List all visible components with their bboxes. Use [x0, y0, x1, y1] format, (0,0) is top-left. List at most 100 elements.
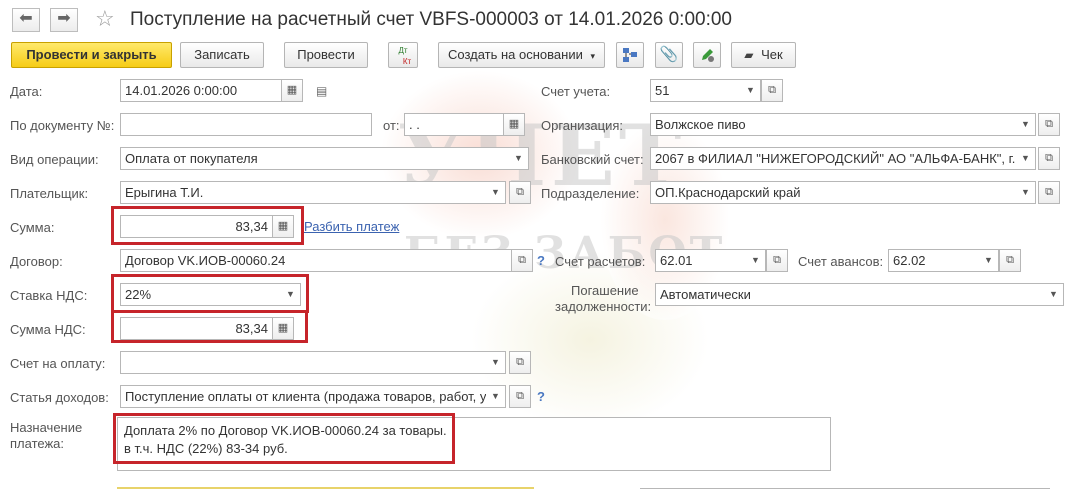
advance-account-label: Счет авансов: — [798, 254, 884, 269]
operation-type-label: Вид операции: — [10, 152, 99, 167]
chevron-down-icon: ▼ — [491, 357, 500, 367]
operation-type-dropdown[interactable]: ▼ — [509, 147, 529, 170]
calculator-icon: ▦ — [277, 220, 289, 232]
vat-rate-dropdown[interactable]: ▼ — [281, 283, 301, 306]
payer-label: Плательщик: — [10, 186, 89, 201]
chevron-down-icon: ▼ — [746, 85, 755, 95]
chevron-down-icon: ▼ — [1021, 187, 1030, 197]
settle-account-field[interactable]: 62.01 — [655, 249, 747, 272]
open-window-icon: ⧉ — [773, 254, 781, 266]
contract-help-icon[interactable]: ? — [537, 253, 545, 268]
back-button[interactable]: ⬅ — [12, 8, 40, 32]
account-open-button[interactable]: ⧉ — [761, 79, 783, 102]
invoice-dropdown[interactable]: ▼ — [486, 351, 506, 374]
division-open-button[interactable]: ⧉ — [1038, 181, 1060, 204]
arrow-left-icon: ⬅ — [19, 10, 33, 27]
settle-account-dropdown[interactable]: ▼ — [746, 249, 766, 272]
account-field[interactable]: 51 — [650, 79, 742, 102]
open-window-icon: ⧉ — [1045, 118, 1053, 130]
debt-repayment-field[interactable]: Автоматически — [655, 283, 1045, 306]
chevron-down-icon: ▾ — [590, 51, 596, 61]
open-window-icon: ⧉ — [516, 356, 524, 368]
open-window-icon: ⧉ — [1045, 186, 1053, 198]
organization-dropdown[interactable]: ▼ — [1016, 113, 1036, 136]
create-based-on-button[interactable]: Создать на основании ▾ — [438, 42, 605, 68]
advance-account-dropdown[interactable]: ▼ — [979, 249, 999, 272]
post-button[interactable]: Провести — [284, 42, 368, 68]
debt-repayment-dropdown[interactable]: ▼ — [1044, 283, 1064, 306]
comment-icon[interactable]: ▤ — [316, 84, 327, 98]
attach-button[interactable]: 📎 — [655, 42, 683, 68]
calendar-icon: ▦ — [508, 118, 520, 130]
advance-account-open-button[interactable]: ⧉ — [999, 249, 1021, 272]
income-item-field[interactable]: Поступление оплаты от клиента (продажа т… — [120, 385, 487, 408]
settle-account-label: Счет расчетов: — [555, 254, 646, 269]
bank-account-label: Банковский счет: — [541, 152, 644, 167]
invoice-label: Счет на оплату: — [10, 356, 106, 371]
settle-account-open-button[interactable]: ⧉ — [766, 249, 788, 272]
star-icon[interactable]: ☆ — [95, 6, 115, 32]
invoice-open-button[interactable]: ⧉ — [509, 351, 531, 374]
organization-label: Организация: — [541, 118, 624, 133]
bank-account-field[interactable]: 2067 в ФИЛИАЛ "НИЖЕГОРОДСКИЙ" АО "АЛЬФА-… — [650, 147, 1017, 170]
income-item-open-button[interactable]: ⧉ — [509, 385, 531, 408]
contract-field[interactable]: Договор VK.ИОВ-00060.24 — [120, 249, 510, 272]
amount-calculator-button[interactable]: ▦ — [272, 215, 294, 238]
open-window-icon: ⧉ — [518, 254, 526, 266]
income-item-help-icon[interactable]: ? — [537, 389, 545, 404]
chevron-down-icon: ▼ — [286, 289, 295, 299]
amount-field[interactable]: 83,34 — [120, 215, 273, 238]
dt-kt-button[interactable]: Дт Кт — [388, 42, 418, 68]
bank-account-open-button[interactable]: ⧉ — [1038, 147, 1060, 170]
open-window-icon: ⧉ — [1045, 152, 1053, 164]
page-title: Поступление на расчетный счет VBFS-00000… — [130, 9, 732, 30]
doc-date-calendar-button[interactable]: ▦ — [503, 113, 525, 136]
account-dropdown[interactable]: ▼ — [741, 79, 761, 102]
split-payment-link[interactable]: Разбить платеж — [304, 219, 399, 234]
edit-button[interactable] — [693, 42, 721, 68]
income-item-label: Статья доходов: — [10, 390, 109, 405]
chevron-down-icon: ▼ — [1021, 119, 1030, 129]
structure-button[interactable] — [616, 42, 644, 68]
chevron-down-icon: ▼ — [491, 187, 500, 197]
contract-open-button[interactable]: ⧉ — [511, 249, 533, 272]
invoice-field[interactable] — [120, 351, 487, 374]
income-item-dropdown[interactable]: ▼ — [486, 385, 506, 408]
division-dropdown[interactable]: ▼ — [1016, 181, 1036, 204]
vat-amount-calculator-button[interactable]: ▦ — [272, 317, 294, 340]
bank-account-dropdown[interactable]: ▼ — [1016, 147, 1036, 170]
save-button[interactable]: Записать — [180, 42, 264, 68]
contract-label: Договор: — [10, 254, 63, 269]
division-field[interactable]: ОП.Краснодарский край — [650, 181, 1017, 204]
calendar-icon: ▦ — [286, 84, 298, 96]
organization-field[interactable]: Волжское пиво — [650, 113, 1017, 136]
pen-icon — [702, 49, 714, 62]
doc-number-field[interactable] — [120, 113, 372, 136]
amount-label: Сумма: — [10, 220, 55, 235]
purpose-textarea[interactable]: Доплата 2% по Договор VK.ИОВ-00060.24 за… — [117, 417, 831, 471]
chevron-down-icon: ▼ — [751, 255, 760, 265]
post-and-close-button[interactable]: Провести и закрыть — [11, 42, 172, 68]
date-field[interactable]: 14.01.2026 0:00:00 — [120, 79, 282, 102]
doc-date-field[interactable]: . . — [404, 113, 504, 136]
arrow-right-icon: ➡ — [57, 10, 71, 27]
vat-rate-label: Ставка НДС: — [10, 288, 88, 303]
open-window-icon: ⧉ — [516, 390, 524, 402]
operation-type-field[interactable]: Оплата от покупателя — [120, 147, 510, 170]
cash-register-icon: ▰ — [744, 48, 754, 62]
account-label: Счет учета: — [541, 84, 611, 99]
vat-amount-field[interactable]: 83,34 — [120, 317, 273, 340]
calendar-button[interactable]: ▦ — [281, 79, 303, 102]
advance-account-field[interactable]: 62.02 — [888, 249, 980, 272]
vat-rate-field[interactable]: 22% — [120, 283, 282, 306]
forward-button[interactable]: ➡ — [50, 8, 78, 32]
organization-open-button[interactable]: ⧉ — [1038, 113, 1060, 136]
payer-open-button[interactable]: ⧉ — [509, 181, 531, 204]
payer-field[interactable]: Ерыгина Т.И. — [120, 181, 487, 204]
payer-dropdown[interactable]: ▼ — [486, 181, 506, 204]
dt-kt-icon: Дт Кт — [398, 46, 412, 66]
purpose-label: Назначение платежа: — [10, 420, 83, 451]
purpose-line-2: в т.ч. НДС (22%) 83-34 руб. — [124, 441, 288, 456]
bottom-field-strip-left — [117, 487, 534, 491]
check-button[interactable]: ▰ Чек — [731, 42, 796, 68]
